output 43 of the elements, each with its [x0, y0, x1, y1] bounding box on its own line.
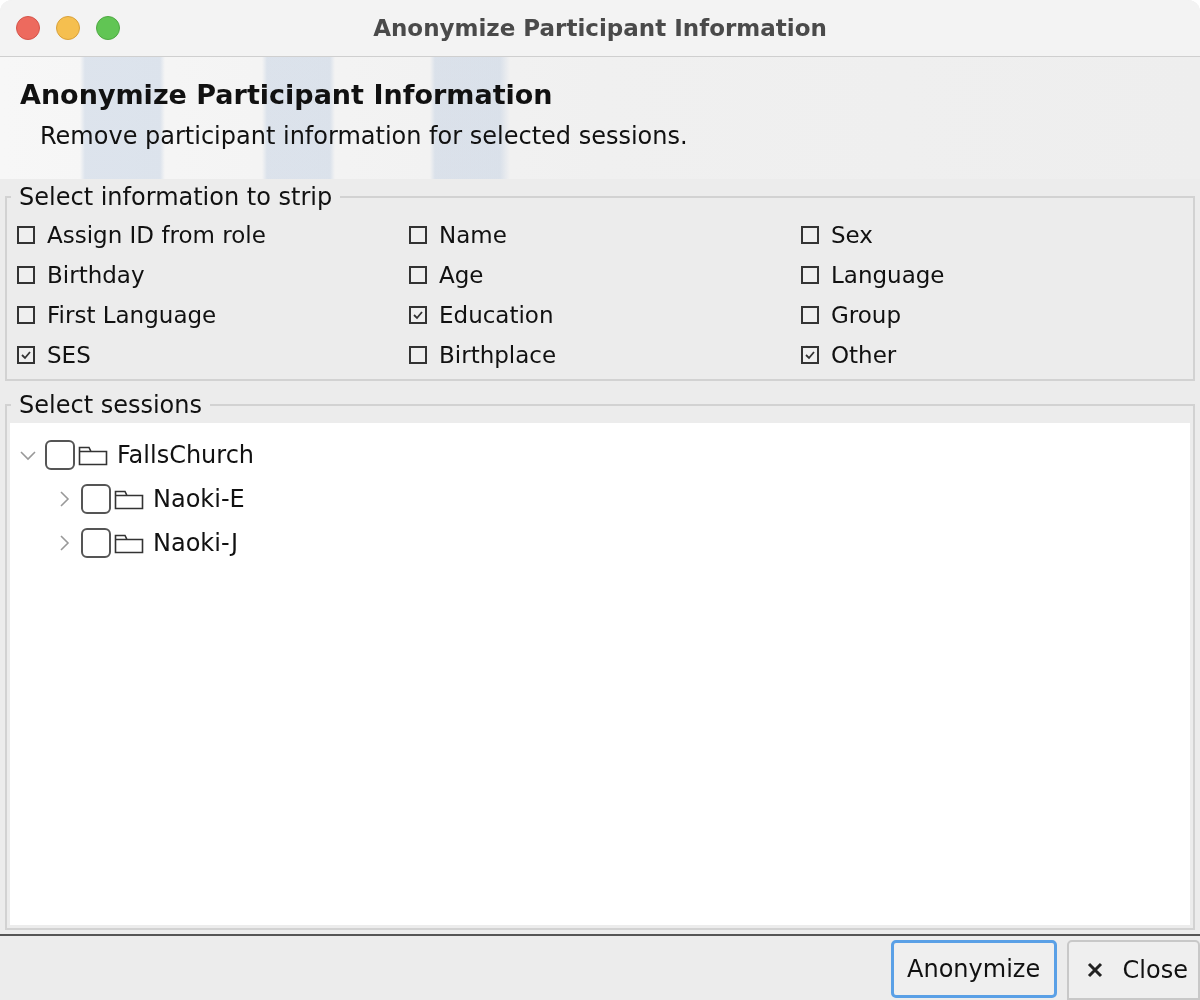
checkbox[interactable] [17, 306, 35, 324]
checkbox-label: Sex [831, 222, 873, 248]
checkbox-label: First Language [47, 302, 217, 328]
folder-icon [78, 444, 108, 466]
checkbox[interactable] [801, 306, 819, 324]
checkbox[interactable] [409, 266, 427, 284]
checkbox[interactable] [81, 484, 111, 514]
checkbox[interactable] [45, 440, 75, 470]
checkbox-label: SES [47, 342, 91, 368]
checkbox-label: Name [439, 222, 507, 248]
checkbox[interactable] [801, 346, 819, 364]
checkbox-label: Age [439, 262, 484, 288]
tree-item-label[interactable]: Naoki-E [153, 485, 245, 513]
checkbox[interactable] [17, 226, 35, 244]
close-window-button[interactable] [16, 16, 40, 40]
folder-icon [114, 532, 144, 554]
checkbox-label: Group [831, 302, 902, 328]
checkbox[interactable] [409, 306, 427, 324]
window-title: Anonymize Participant Information [373, 15, 827, 41]
checkbox[interactable] [801, 266, 819, 284]
tree-item-label[interactable]: FallsChurch [117, 441, 255, 469]
zoom-window-button[interactable] [96, 16, 120, 40]
checkbox[interactable] [81, 528, 111, 558]
header-subtitle: Remove participant information for selected sessions. [39, 122, 689, 150]
checkbox[interactable] [801, 226, 819, 244]
checkbox-label: Language [831, 262, 945, 288]
checkbox-label: Assign ID from role [47, 222, 266, 248]
folder-icon [114, 488, 144, 510]
checkbox-label: Birthday [47, 262, 145, 288]
group-label: Select sessions [18, 391, 203, 419]
close-button[interactable]: Close [1066, 940, 1200, 1000]
checkbox[interactable] [17, 266, 35, 284]
checkbox[interactable] [409, 346, 427, 364]
checkbox[interactable] [409, 226, 427, 244]
checkbox[interactable] [17, 346, 35, 364]
checkbox-label: Birthplace [439, 342, 557, 368]
tree-item-label[interactable]: Naoki-J [153, 529, 238, 557]
anonymize-button[interactable]: Anonymize [890, 940, 1057, 998]
close-icon [1086, 962, 1103, 978]
header-title: Anonymize Participant Information [20, 79, 554, 110]
checkbox-label: Education [439, 302, 554, 328]
group-label: Select information to strip [18, 183, 334, 211]
checkbox-label: Other [831, 342, 897, 368]
